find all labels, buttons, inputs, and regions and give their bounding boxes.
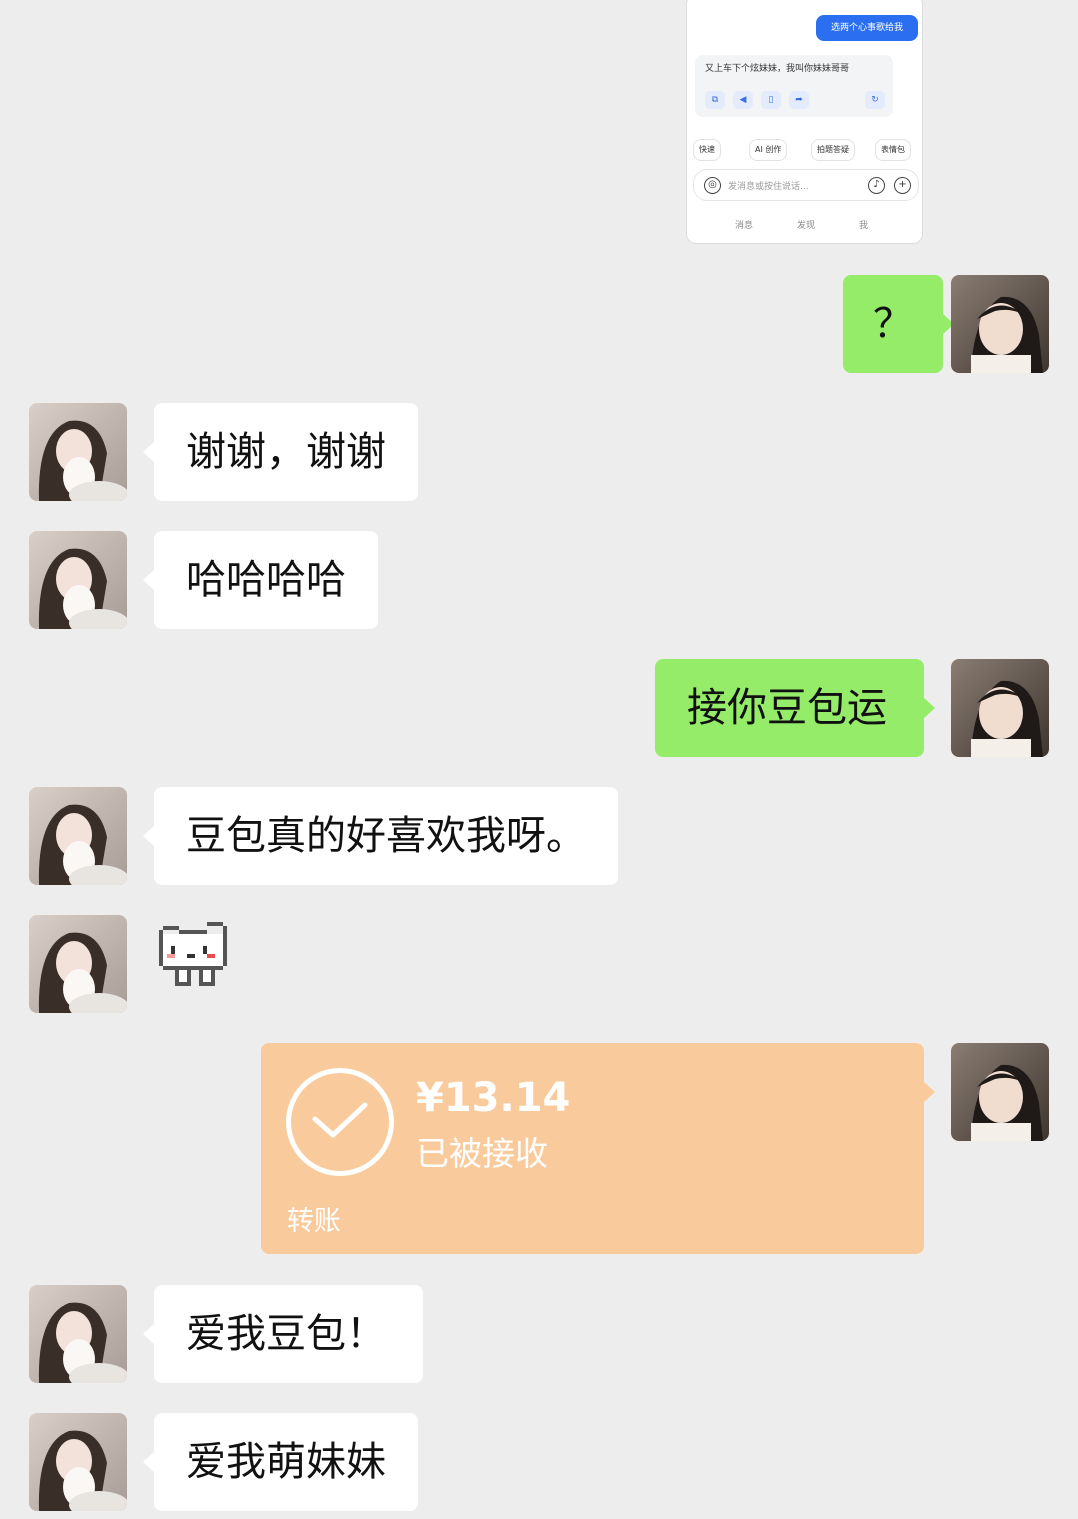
self-avatar-image: [951, 1043, 1049, 1141]
contact-avatar-image: [29, 915, 127, 1013]
transfer-label: 转账: [287, 1206, 341, 1237]
contact-avatar[interactable]: [29, 403, 127, 501]
contact-avatar[interactable]: [29, 1285, 127, 1383]
contact-avatar-image: [29, 1285, 127, 1383]
thumb-chip: AI 创作: [749, 139, 788, 161]
pixel-cat-icon: [159, 922, 227, 986]
message-bubble-in[interactable]: 豆包真的好喜欢我呀。: [143, 787, 618, 885]
thumb-nav-item: 我: [859, 221, 869, 231]
pixel-cat-sticker[interactable]: [155, 918, 231, 990]
contact-avatar-image: [29, 787, 127, 885]
speaker-icon: ◀: [733, 91, 753, 109]
thumb-chip: 表情包: [875, 139, 911, 161]
contact-avatar-image: [29, 531, 127, 629]
message-bubble-out[interactable]: 接你豆包运: [655, 659, 935, 757]
thumb-reply-card: 又上车下个炫妹妹，我叫你妹妹哥哥 ⧉ ◀ ▯ ➦ ↻: [695, 55, 893, 117]
message-bubble-in[interactable]: 爱我豆包！: [143, 1285, 423, 1383]
copy-icon: ⧉: [705, 91, 725, 109]
contact-avatar-image: [29, 403, 127, 501]
voice-icon: ♪: [868, 177, 885, 194]
plus-icon: +: [894, 177, 911, 194]
check-circle-icon: [286, 1068, 394, 1176]
self-avatar-image: [951, 275, 1049, 373]
refresh-icon: ↻: [865, 91, 885, 109]
transfer-amount: ¥13.14: [416, 1075, 571, 1121]
contact-avatar[interactable]: [29, 1413, 127, 1511]
self-avatar[interactable]: [951, 275, 1049, 373]
thumb-nav-item: 消息: [735, 221, 754, 231]
self-avatar-image: [951, 659, 1049, 757]
bookmark-icon: ▯: [761, 91, 781, 109]
message-bubble-in[interactable]: 哈哈哈哈: [143, 531, 378, 629]
money-transfer-card[interactable]: ¥13.14 已被接收 转账: [261, 1043, 935, 1254]
share-icon: ➦: [789, 91, 809, 109]
self-avatar[interactable]: [951, 659, 1049, 757]
thumb-send-bubble: 选两个心事歌给我: [816, 15, 918, 41]
contact-avatar[interactable]: [29, 915, 127, 1013]
message-bubble-in[interactable]: 爱我萌妹妹: [143, 1413, 418, 1511]
camera-icon: ◎: [704, 177, 721, 194]
screenshot-image-message[interactable]: 选两个心事歌给我 又上车下个炫妹妹，我叫你妹妹哥哥 ⧉ ◀ ▯ ➦ ↻ 快速 A…: [686, 0, 923, 244]
message-bubble-in[interactable]: 谢谢，谢谢: [143, 403, 418, 501]
contact-avatar-image: [29, 1413, 127, 1511]
self-avatar[interactable]: [951, 1043, 1049, 1141]
transfer-status: 已被接收: [416, 1134, 548, 1173]
contact-avatar[interactable]: [29, 531, 127, 629]
message-bubble-out[interactable]: ？: [843, 275, 954, 373]
thumb-reply-text: 又上车下个炫妹妹，我叫你妹妹哥哥: [705, 64, 850, 74]
thumb-chip: 拍题答疑: [811, 139, 855, 161]
contact-avatar[interactable]: [29, 787, 127, 885]
thumb-nav-item: 发现: [797, 221, 816, 231]
thumb-input-placeholder: 发消息或按住说话...: [728, 182, 809, 192]
thumb-input: ◎ 发消息或按住说话... ♪ +: [693, 169, 919, 201]
thumb-chip: 快速: [693, 139, 721, 161]
